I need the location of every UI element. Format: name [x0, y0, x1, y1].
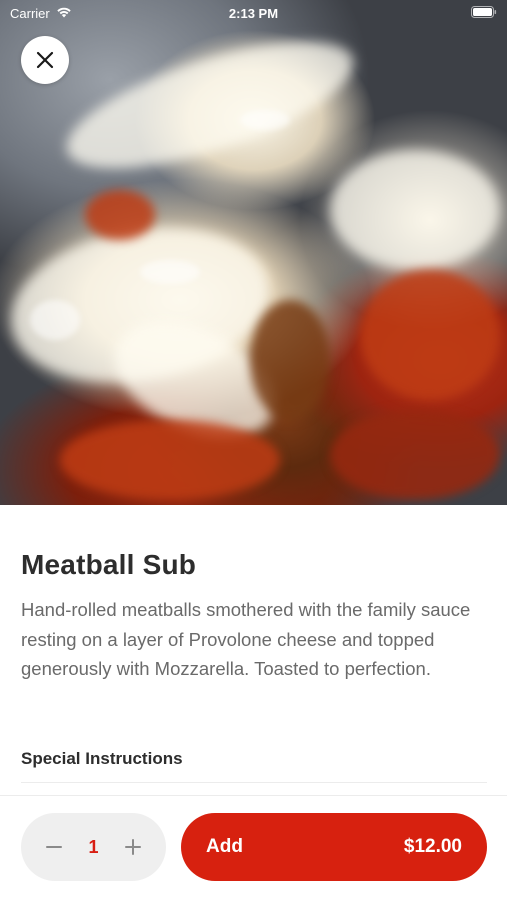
quantity-value: 1 [88, 836, 99, 857]
quantity-stepper: 1 [21, 813, 166, 881]
status-bar: Carrier 2:13 PM [0, 0, 507, 26]
item-hero-image [0, 0, 507, 505]
plus-icon [124, 839, 141, 855]
status-time: 2:13 PM [228, 5, 279, 21]
item-description: Hand-rolled meatballs smothered with the… [21, 599, 471, 679]
bottom-action-bar: 1 Add $12.00 [0, 795, 507, 900]
decrease-quantity-button[interactable] [43, 836, 65, 858]
special-instructions-label: Special Instructions [21, 749, 183, 768]
increase-quantity-button[interactable] [122, 836, 144, 858]
item-details: Meatball Sub Hand-rolled meatballs smoth… [0, 505, 507, 795]
add-button-price: $12.00 [403, 836, 462, 857]
close-icon [36, 51, 54, 69]
close-button[interactable] [21, 36, 69, 84]
item-title: Meatball Sub [21, 549, 197, 580]
special-instructions-divider [21, 782, 487, 783]
minus-icon [46, 846, 62, 848]
add-button-label: Add [206, 836, 243, 857]
add-to-cart-button[interactable]: Add $12.00 [181, 813, 487, 881]
